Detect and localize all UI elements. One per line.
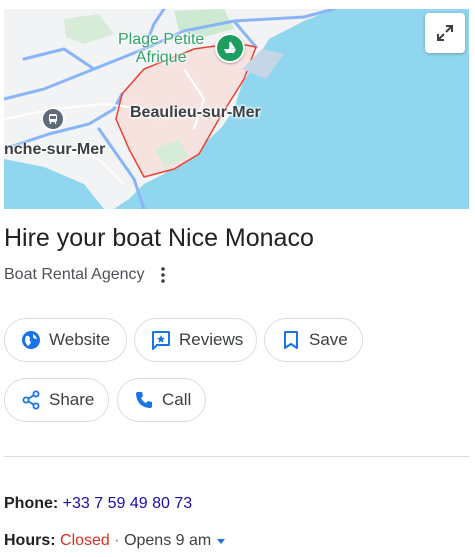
town2-label: nche-sur-Mer	[4, 141, 106, 158]
save-button[interactable]: Save	[264, 318, 363, 362]
hours-status: Closed	[60, 532, 110, 549]
more-vert-icon	[160, 267, 165, 283]
category-row: Boat Rental Agency	[4, 265, 169, 285]
phone-label: Phone:	[4, 495, 59, 512]
train-icon	[49, 114, 57, 125]
town-label: Beaulieu-sur-Mer	[130, 104, 261, 121]
reviews-label: Reviews	[179, 330, 244, 349]
globe-icon	[21, 329, 41, 351]
phone-number-link[interactable]: +33 7 59 49 80 73	[63, 495, 192, 512]
bookmark-icon	[281, 329, 301, 351]
business-name: Hire your boat Nice Monaco	[4, 224, 314, 252]
expand-map-button[interactable]	[425, 13, 465, 53]
share-icon	[21, 389, 41, 411]
business-category: Boat Rental Agency	[4, 266, 145, 283]
transit-icon[interactable]	[41, 107, 65, 131]
website-label: Website	[49, 330, 111, 349]
expand-icon	[437, 25, 453, 41]
website-button[interactable]: Website	[4, 318, 127, 362]
phone-row: Phone: +33 7 59 49 80 73	[4, 495, 192, 513]
share-label: Share	[49, 390, 95, 409]
call-button[interactable]: Call	[117, 378, 206, 422]
place-label: Plage Petite Afrique	[118, 31, 204, 67]
share-button[interactable]: Share	[4, 378, 109, 422]
hours-next-open: Opens 9 am	[124, 532, 212, 549]
hours-label: Hours:	[4, 532, 56, 549]
place-label-line1: Plage Petite	[118, 31, 205, 48]
hours-dropdown[interactable]: Opens 9 am	[124, 532, 226, 549]
hours-separator: ·	[114, 532, 120, 549]
reviews-button[interactable]: Reviews	[134, 318, 257, 362]
map-preview[interactable]: Plage Petite Afrique Beaulieu-sur-Mer nc…	[4, 9, 469, 209]
save-label: Save	[309, 330, 348, 349]
chevron-down-icon	[216, 538, 225, 544]
place-label-line2: Afrique	[135, 49, 187, 66]
section-divider	[4, 456, 469, 457]
phone-icon	[134, 389, 154, 411]
more-options-button[interactable]	[157, 265, 169, 285]
review-icon	[151, 329, 171, 351]
hours-row: Hours: Closed · Opens 9 am	[4, 532, 226, 550]
call-label: Call	[162, 390, 192, 409]
place-pin-icon[interactable]	[215, 33, 245, 63]
boat-icon	[224, 41, 236, 53]
